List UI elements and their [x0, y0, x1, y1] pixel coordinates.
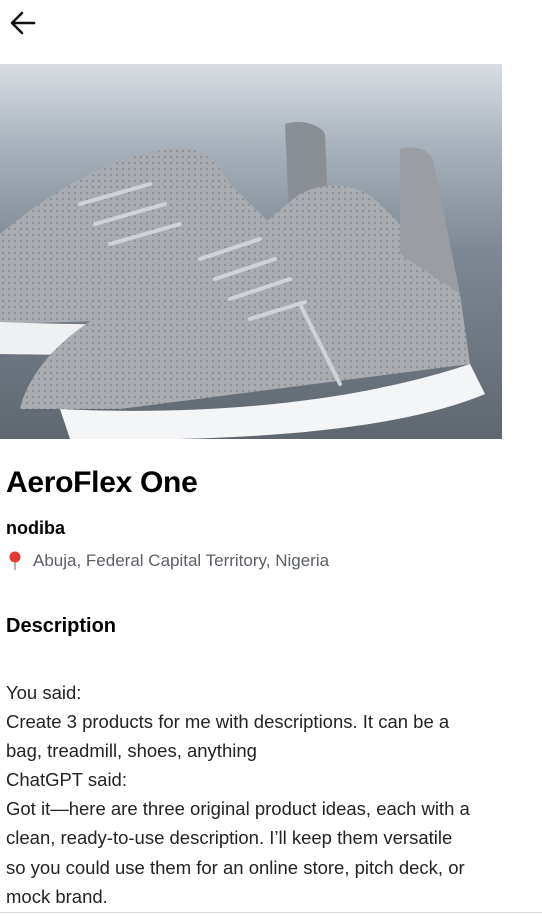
description-line: Create 3 products for me with descriptio…: [6, 711, 450, 733]
description-text: You said: Create 3 products for me with …: [6, 678, 531, 911]
description-heading: Description: [6, 615, 117, 637]
description-line: ChatGPT said:: [6, 769, 127, 791]
description-line: You said:: [6, 682, 82, 703]
description-line: so you could use them for an online stor…: [6, 856, 465, 878]
description-line: Got it—here are three original product i…: [6, 798, 470, 820]
back-button[interactable]: [8, 8, 38, 38]
product-image[interactable]: [0, 64, 502, 439]
sneakers-illustration: [0, 64, 502, 439]
map-pin-icon: [9, 551, 21, 570]
description-line: clean, ready-to-use description. I’ll ke…: [6, 827, 453, 849]
location: Abuja, Federal Capital Territory, Nigeri…: [8, 551, 329, 571]
description-line: bag, treadmill, shoes, anything: [6, 740, 257, 762]
top-bar: [0, 0, 542, 50]
location-text: Abuja, Federal Capital Territory, Nigeri…: [33, 551, 330, 570]
divider: [0, 912, 542, 913]
arrow-left-icon: [10, 11, 36, 35]
description-line: mock brand.: [6, 885, 108, 907]
seller-name[interactable]: nodiba: [6, 518, 65, 539]
product-title: AeroFlex One: [6, 466, 198, 499]
